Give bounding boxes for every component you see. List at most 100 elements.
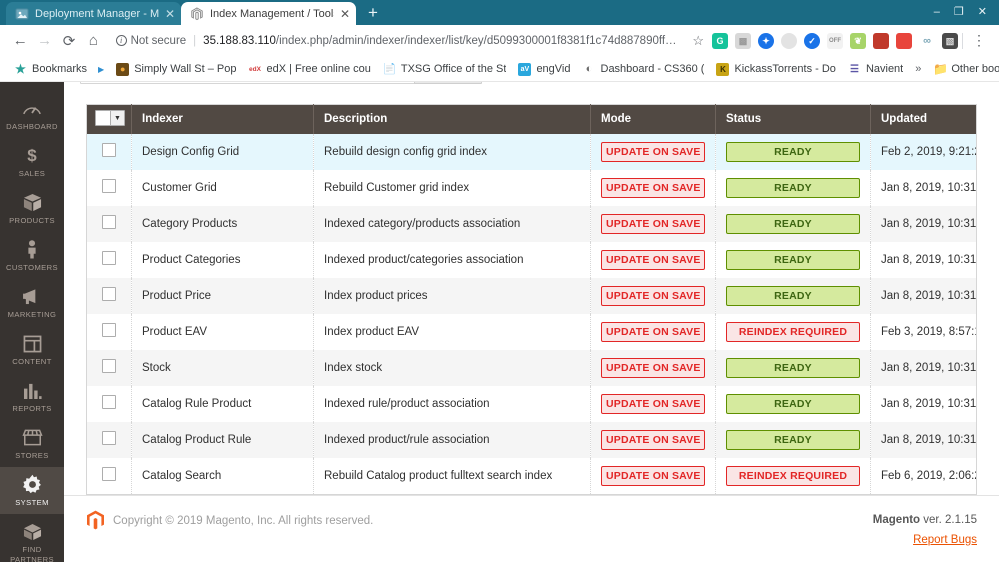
compass-extension-icon[interactable]: ✦ bbox=[758, 33, 774, 49]
sidebar-item-find-partners-extensions[interactable]: Find Partners & Extensions bbox=[0, 514, 64, 562]
sidebar-item-dashboard[interactable]: Dashboard bbox=[0, 91, 64, 138]
new-tab-button[interactable]: + bbox=[360, 3, 386, 25]
engvid-icon: aV bbox=[518, 63, 531, 76]
minimize-icon[interactable]: – bbox=[934, 7, 940, 18]
row-checkbox-cell[interactable] bbox=[87, 314, 132, 350]
table-row[interactable]: Customer Grid Rebuild Customer grid inde… bbox=[87, 170, 977, 206]
row-checkbox-cell[interactable] bbox=[87, 386, 132, 422]
column-header-mode[interactable]: Mode bbox=[591, 105, 716, 134]
table-row[interactable]: Stock Index stock Update on Save Ready J… bbox=[87, 350, 977, 386]
bookmark-item-edx[interactable]: edX edX | Free online cou bbox=[242, 63, 376, 76]
row-checkbox-cell[interactable] bbox=[87, 170, 132, 206]
table-row[interactable]: Design Config Grid Rebuild design config… bbox=[87, 134, 977, 170]
bookmark-item-engvid[interactable]: aV engVid bbox=[512, 63, 576, 76]
bookmark-star-icon[interactable]: ☆ bbox=[686, 33, 710, 49]
forward-icon[interactable]: → bbox=[32, 28, 56, 54]
sidebar-item-content[interactable]: Content bbox=[0, 326, 64, 373]
row-checkbox-cell[interactable] bbox=[87, 458, 132, 495]
browser-tab-index-management[interactable]: Index Management / Tools / Sys ✕ bbox=[181, 2, 356, 25]
column-header-status[interactable]: Status bbox=[716, 105, 871, 134]
close-window-icon[interactable]: ✕ bbox=[978, 7, 987, 18]
other-bookmarks-button[interactable]: 📁 Other bookmarks bbox=[927, 63, 999, 76]
status-badge: Ready bbox=[726, 214, 860, 234]
row-checkbox-cell[interactable] bbox=[87, 242, 132, 278]
table-row[interactable]: Catalog Rule Product Indexed rule/produc… bbox=[87, 386, 977, 422]
column-header-updated[interactable]: Updated bbox=[871, 105, 977, 134]
cell-description: Indexed product/rule association bbox=[314, 422, 591, 458]
bookmarks-folder[interactable]: ★ Bookmarks ▶ bbox=[8, 63, 110, 76]
check-extension-icon[interactable]: ✓ bbox=[804, 33, 820, 49]
bookmarks-overflow-button[interactable]: » bbox=[909, 63, 927, 75]
security-indicator[interactable]: i Not secure bbox=[116, 35, 187, 47]
lips-extension-icon[interactable] bbox=[896, 33, 912, 49]
row-checkbox-cell[interactable] bbox=[87, 134, 132, 170]
row-checkbox[interactable] bbox=[102, 251, 116, 265]
row-checkbox[interactable] bbox=[102, 359, 116, 373]
sidebar-item-stores[interactable]: Stores bbox=[0, 420, 64, 467]
row-checkbox[interactable] bbox=[102, 215, 116, 229]
column-header-description[interactable]: Description bbox=[314, 105, 591, 134]
sidebar-item-sales[interactable]: $ Sales bbox=[0, 138, 64, 185]
sidebar-item-reports[interactable]: Reports bbox=[0, 373, 64, 420]
table-row[interactable]: Category Products Indexed category/produ… bbox=[87, 206, 977, 242]
row-checkbox[interactable] bbox=[102, 179, 116, 193]
row-checkbox[interactable] bbox=[102, 143, 116, 157]
chevron-right-icon[interactable]: ▶ bbox=[98, 65, 104, 74]
book-extension-icon[interactable] bbox=[873, 33, 889, 49]
table-row[interactable]: Product Price Index product prices Updat… bbox=[87, 278, 977, 314]
sidebar-item-products[interactable]: Products bbox=[0, 185, 64, 232]
column-header-indexer[interactable]: Indexer bbox=[132, 105, 314, 134]
sidebar-item-marketing[interactable]: Marketing bbox=[0, 279, 64, 326]
leaf-extension-icon[interactable]: ❦ bbox=[850, 33, 866, 49]
bookmark-item-kickasstorrents[interactable]: K KickassTorrents - Do bbox=[710, 63, 841, 76]
row-checkbox-cell[interactable] bbox=[87, 206, 132, 242]
mode-badge: Update on Save bbox=[601, 250, 705, 270]
search-button[interactable] bbox=[414, 82, 482, 84]
cell-updated: Jan 8, 2019, 10:31:06 PM bbox=[871, 386, 977, 422]
off-extension-icon[interactable]: OFF bbox=[827, 33, 843, 49]
table-row[interactable]: Catalog Search Rebuild Catalog product f… bbox=[87, 458, 977, 495]
bookmark-item-simply-wall-st[interactable]: ● Simply Wall St – Pop bbox=[110, 63, 242, 76]
row-checkbox[interactable] bbox=[102, 431, 116, 445]
maximize-icon[interactable]: ❐ bbox=[954, 7, 964, 18]
keyword-search-input[interactable] bbox=[80, 82, 437, 84]
row-checkbox-cell[interactable] bbox=[87, 278, 132, 314]
sidebar-item-customers[interactable]: Customers bbox=[0, 232, 64, 279]
select-all-header[interactable]: ▼ bbox=[87, 105, 132, 134]
grammarly-extension-icon[interactable]: G bbox=[712, 33, 728, 49]
browser-tab-deployment-manager[interactable]: Deployment Manager - My First P ✕ bbox=[6, 2, 181, 25]
infinity-extension-icon[interactable]: ∞ bbox=[919, 33, 935, 49]
chevron-down-icon[interactable]: ▼ bbox=[110, 111, 124, 125]
row-checkbox[interactable] bbox=[102, 287, 116, 301]
row-checkbox[interactable] bbox=[102, 323, 116, 337]
table-row[interactable]: Catalog Product Rule Indexed product/rul… bbox=[87, 422, 977, 458]
sidebar-item-label: Customers bbox=[6, 263, 58, 273]
moon-extension-icon[interactable] bbox=[781, 33, 797, 49]
row-checkbox-cell[interactable] bbox=[87, 422, 132, 458]
close-icon[interactable]: ✕ bbox=[340, 8, 350, 20]
bookmark-item-navient[interactable]: ☰ Navient bbox=[842, 63, 909, 76]
select-all-checkbox[interactable] bbox=[96, 111, 110, 125]
building-extension-icon[interactable]: ▧ bbox=[942, 33, 958, 49]
chart-extension-icon[interactable]: ▩ bbox=[735, 33, 751, 49]
table-row[interactable]: Product EAV Index product EAV Update on … bbox=[87, 314, 977, 350]
back-icon[interactable]: ← bbox=[8, 28, 32, 54]
close-icon[interactable]: ✕ bbox=[165, 8, 175, 20]
report-bugs-link[interactable]: Report Bugs bbox=[873, 530, 977, 550]
row-checkbox[interactable] bbox=[102, 467, 116, 481]
table-row[interactable]: Product Categories Indexed product/categ… bbox=[87, 242, 977, 278]
cell-indexer: Product EAV bbox=[132, 314, 314, 350]
bookmark-item-dashboard-cs360[interactable]: ◐ Dashboard - CS360 ( bbox=[577, 63, 711, 76]
cell-indexer: Catalog Search bbox=[132, 458, 314, 495]
browser-menu-icon[interactable]: ⋮ bbox=[967, 32, 991, 49]
row-checkbox-cell[interactable] bbox=[87, 350, 132, 386]
bookmark-item-txsg[interactable]: 📄 TXSG Office of the St bbox=[377, 63, 513, 76]
sidebar-item-system[interactable]: System bbox=[0, 467, 64, 514]
address-bar[interactable]: i Not secure | 35.188.83.110 /index.php/… bbox=[116, 29, 681, 53]
cell-description: Indexed rule/product association bbox=[314, 386, 591, 422]
reload-icon[interactable]: ⟳ bbox=[57, 28, 81, 54]
cell-description: Index product EAV bbox=[314, 314, 591, 350]
select-all-dropdown[interactable]: ▼ bbox=[95, 110, 125, 126]
row-checkbox[interactable] bbox=[102, 395, 116, 409]
home-icon[interactable]: ⌂ bbox=[81, 28, 105, 54]
